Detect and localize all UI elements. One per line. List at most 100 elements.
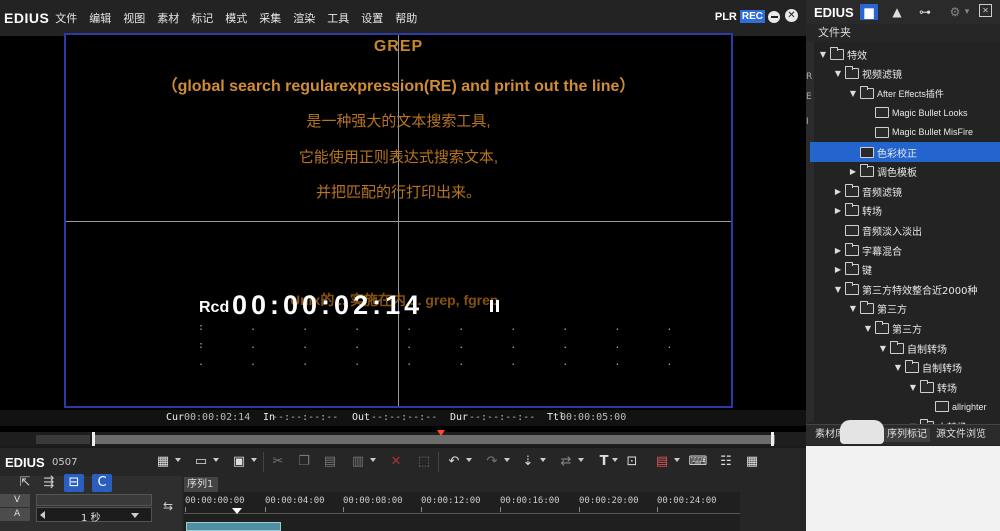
expand-right-icon[interactable]: ▶ [833,265,843,274]
tree-item[interactable]: ▼ 视频滤镜 [810,64,1000,84]
trim-icon[interactable]: ⬚ [414,454,434,470]
redo-icon[interactable]: ↷ [482,454,502,470]
rec-button[interactable]: REC [739,10,765,23]
menu-item[interactable]: 渲染 [293,10,315,26]
minimize-icon[interactable] [768,10,780,23]
ripple-icon[interactable]: ⇄ [556,454,576,470]
link-tree-icon[interactable]: ⊶ [916,4,934,20]
expand-down-icon[interactable]: ▼ [908,383,918,392]
render-icon[interactable]: ▤ [652,454,672,470]
tree-item[interactable]: 音频淡入淡出 [810,220,1000,240]
tree-item[interactable]: ▼ 转场 [810,377,1000,397]
menu-item[interactable]: 视图 [123,10,145,26]
expand-right-icon[interactable]: ▶ [833,187,843,196]
expand-right-icon[interactable]: ▶ [833,206,843,215]
mode-icon[interactable]: ⇱ [15,474,35,492]
link-icon[interactable]: ⇆ [158,499,178,515]
dropdown-arrow-icon[interactable] [175,458,181,462]
dropdown-arrow-icon[interactable] [674,458,680,462]
voice-over-icon[interactable]: ⊡ [622,454,642,470]
close-icon[interactable]: ✕ [785,9,798,22]
tree-item[interactable]: ▶ 键 [810,260,1000,280]
expand-down-icon[interactable]: ▼ [878,344,888,353]
mixer-icon[interactable]: ☷ [716,454,736,470]
timeline-clip[interactable] [186,522,281,531]
tree-item[interactable]: ▼ 特效 [810,44,1000,64]
tree-item[interactable]: ▶ 音频滤镜 [810,181,1000,201]
tree-item[interactable]: ▼ 自制转场 [810,358,1000,378]
tree-item[interactable]: ▶ 字幕混合 [810,240,1000,260]
chevron-down-icon[interactable]: ▾ [958,4,976,20]
expand-down-icon[interactable]: ▼ [833,69,843,78]
menu-item[interactable]: 素材 [157,10,179,26]
tree-item[interactable]: ▼ 第三方 [810,299,1000,319]
tree-item[interactable]: ▼ After Effects插件 [810,83,1000,103]
marker-icon[interactable]: ⇣ [518,454,538,470]
open-folder-icon[interactable]: ▭ [191,454,211,470]
paste-icon[interactable]: ▤ [320,454,340,470]
keyboard-icon[interactable]: ⌨ [688,454,708,470]
dropdown-arrow-icon[interactable] [370,458,376,462]
expand-down-icon[interactable]: ▼ [833,285,843,294]
tab-source-browser[interactable]: 源文件浏览 [933,428,989,442]
tab-sequence[interactable]: 序列1 [184,477,218,492]
folder-view-icon[interactable]: ▆ [860,4,878,20]
menu-item[interactable]: 编辑 [89,10,111,26]
dropdown-arrow-icon[interactable] [612,458,618,462]
plr-button[interactable]: PLR [715,11,737,23]
tab-sequence-marker[interactable]: 序列标记 [884,428,930,442]
delete-icon[interactable]: ✕ [386,454,406,470]
chevron-down-icon[interactable] [131,513,139,518]
track-v-label[interactable]: V [0,494,30,507]
expand-down-icon[interactable]: ▼ [848,304,858,313]
title-icon[interactable]: T [594,454,614,470]
menu-item[interactable]: 标记 [191,10,213,26]
scrub-end-marker[interactable] [771,432,774,446]
chevron-left-icon[interactable] [40,511,45,519]
grid-icon[interactable]: ▦ [742,454,762,470]
tree-item[interactable]: ▼ 自制转场 [810,338,1000,358]
expand-down-icon[interactable]: ▼ [893,363,903,372]
expand-down-icon[interactable]: ▼ [863,324,873,333]
triangle-icon[interactable]: ▲ [888,4,906,20]
dropdown-arrow-icon[interactable] [504,458,510,462]
panel-close-icon[interactable]: ✕ [979,4,992,17]
tree-item[interactable]: 色彩校正 [810,142,1000,162]
menu-item[interactable]: 设置 [361,10,383,26]
menu-item[interactable]: 模式 [225,10,247,26]
snap-icon[interactable]: C [92,474,112,492]
tree-item[interactable]: ▼ 第三方特效整合近2000种 [810,279,1000,299]
menu-item[interactable]: 文件 [55,10,77,26]
time-scale-selector[interactable]: 1 秒 [36,507,152,524]
menu-item[interactable]: 工具 [327,10,349,26]
cut-icon[interactable]: ✂ [268,454,288,470]
scrub-start-marker[interactable] [92,432,95,446]
tree-item[interactable]: ▶ 转场 [810,201,1000,221]
dropdown-arrow-icon[interactable] [251,458,257,462]
track-mode-box[interactable] [36,494,152,506]
position-slider[interactable] [92,435,775,444]
dropdown-arrow-icon[interactable] [578,458,584,462]
tree-item[interactable]: allrighter [810,397,1000,417]
save-icon[interactable]: ▣ [229,454,249,470]
dropdown-arrow-icon[interactable] [213,458,219,462]
tree-item[interactable]: ▶ 调色模板 [810,162,1000,182]
undo-icon[interactable]: ↶ [444,454,464,470]
track-a-label[interactable]: A [0,508,30,521]
playhead-marker[interactable] [437,430,445,436]
expand-down-icon[interactable]: ▼ [848,89,858,98]
tree-item[interactable]: Magic Bullet Looks [810,103,1000,123]
tree-item[interactable]: Magic Bullet MisFire [810,122,1000,142]
menu-item[interactable]: 帮助 [395,10,417,26]
menu-item[interactable]: 采集 [259,10,281,26]
dropdown-arrow-icon[interactable] [540,458,546,462]
expand-right-icon[interactable]: ▶ [848,167,858,176]
insert-mode-icon[interactable]: ⇶ [39,474,59,492]
expand-right-icon[interactable]: ▶ [833,246,843,255]
tree-item[interactable]: ▼ 第三方 [810,318,1000,338]
paste-mode-icon[interactable]: ▥ [348,454,368,470]
sequence-icon[interactable]: ▦ [153,454,173,470]
copy-icon[interactable]: ❐ [294,454,314,470]
sync-lock-icon[interactable]: ⊟ [64,474,84,492]
expand-down-icon[interactable]: ▼ [818,50,828,59]
